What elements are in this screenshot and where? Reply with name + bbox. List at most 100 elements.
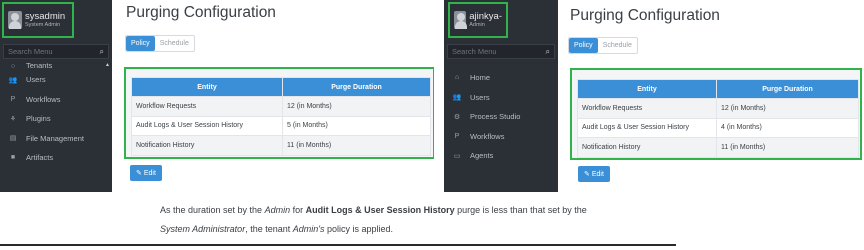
divider <box>0 244 676 246</box>
caption-text: , the tenant <box>245 224 293 234</box>
menu-item-label: Artifacts <box>26 153 54 163</box>
workflow-icon: P <box>10 95 16 103</box>
menu-item-process-studio[interactable]: ⚙ Process Studio <box>444 107 558 127</box>
table-row: Notification History 11 (in Months) <box>131 135 431 156</box>
menu-item-workflows[interactable]: P Workflows <box>0 90 112 110</box>
left-screenshot: sysadmin System Admin Search Menu ⌕ ▲ ○ … <box>0 0 434 192</box>
plug-icon: ⚘ <box>9 115 17 123</box>
caption-sysadmin: System Administrator <box>160 224 246 234</box>
cell-duration: 11 (in Months) <box>282 135 431 156</box>
caption-line-2: System Administrator, the tenant Admin's… <box>160 224 393 234</box>
cell-duration: 12 (in Months) <box>716 98 859 119</box>
column-header-purge-duration: Purge Duration <box>716 79 859 99</box>
menu-item-plugins[interactable]: ⚘ Plugins <box>0 109 112 129</box>
avatar <box>8 11 22 29</box>
cell-duration: 5 (in Months) <box>282 115 431 136</box>
cell-entity: Notification History <box>131 135 283 156</box>
caption-text: policy is applied. <box>324 224 394 234</box>
menu-item-label: File Management <box>26 133 84 143</box>
cell-duration: 12 (in Months) <box>282 96 431 117</box>
table-row: Workflow Requests 12 (in Months) <box>131 96 431 117</box>
column-header-entity: Entity <box>131 77 283 97</box>
menu-item-label: Workflows <box>26 94 61 104</box>
menu-item-label: Agents <box>470 151 494 161</box>
right-menu: ⌂ Home 👥 Users ⚙ Process Studio P Workfl… <box>444 62 558 166</box>
search-menu-input[interactable]: Search Menu ⌕ <box>447 44 555 59</box>
caption-line-1: As the duration set by the Admin for Aud… <box>160 205 587 215</box>
left-purge-table: Entity Purge Duration Workflow Requests … <box>131 77 431 156</box>
page-title: Purging Configuration <box>126 4 276 21</box>
caption-tenant-admin: Admin's <box>292 224 325 234</box>
menu-item-agents[interactable]: ▭ Agents <box>444 146 558 166</box>
tenants-icon: ○ <box>10 63 16 70</box>
cell-duration: 4 (in Months) <box>716 117 859 138</box>
file-icon: ▤ <box>9 135 17 143</box>
tab-schedule[interactable]: Schedule <box>155 36 194 51</box>
search-icon[interactable]: ⌕ <box>100 47 104 57</box>
gears-icon: ⚙ <box>453 113 461 121</box>
user-name: ajinkya- <box>469 11 502 22</box>
search-placeholder: Search Menu <box>8 47 53 56</box>
caption-text: for <box>290 205 306 215</box>
search-placeholder: Search Menu <box>452 47 497 56</box>
table-row: Audit Logs & User Session History 5 (in … <box>131 115 431 136</box>
edit-button[interactable]: ✎ Edit <box>130 165 162 181</box>
table-row: Audit Logs & User Session History 4 (in … <box>577 117 859 138</box>
menu-item-tenants[interactable]: ○ Tenants <box>0 62 112 70</box>
menu-item-workflows[interactable]: P Workflows <box>444 127 558 147</box>
table-row: Notification History 11 (in Months) <box>577 137 859 158</box>
left-menu: ▲ ○ Tenants 👥 Users P Workflows ⚘ Plugin… <box>0 62 112 168</box>
menu-item-label: Users <box>26 75 46 85</box>
edit-label: Edit <box>143 170 156 177</box>
cell-entity: Audit Logs & User Session History <box>577 117 717 138</box>
monitor-icon: ▭ <box>453 152 461 160</box>
caption-admin: Admin <box>264 205 291 215</box>
table-header-row: Entity Purge Duration <box>577 79 859 99</box>
cell-entity: Notification History <box>577 137 717 158</box>
cell-duration: 11 (in Months) <box>716 137 859 158</box>
search-icon[interactable]: ⌕ <box>546 47 550 57</box>
tab-schedule[interactable]: Schedule <box>598 38 637 53</box>
menu-item-label: Home <box>470 73 491 83</box>
edit-icon: ✎ <box>584 171 590 178</box>
right-tabs: Policy Schedule <box>568 37 638 54</box>
menu-item-label: Plugins <box>26 114 51 124</box>
right-user-area: ajinkya- Admin <box>444 0 558 40</box>
menu-item-home[interactable]: ⌂ Home <box>444 68 558 88</box>
left-sidebar: sysadmin System Admin Search Menu ⌕ ▲ ○ … <box>0 0 112 192</box>
caption-entity: Audit Logs & User Session History <box>305 205 455 215</box>
caption-text: purge is less than that set by the <box>454 205 587 215</box>
menu-item-label: Workflows <box>470 131 505 141</box>
scroll-up-icon[interactable]: ▲ <box>105 62 110 68</box>
menu-item-users[interactable]: 👥 Users <box>0 70 112 90</box>
menu-item-artifacts[interactable]: ■ Artifacts <box>0 148 112 168</box>
home-icon: ⌂ <box>454 74 460 82</box>
artifacts-icon: ■ <box>10 154 16 162</box>
menu-item-label: Tenants <box>26 62 53 70</box>
right-user-highlight[interactable]: ajinkya- Admin <box>448 2 508 38</box>
menu-item-label: Users <box>470 92 490 102</box>
user-role: Admin <box>469 22 485 28</box>
cell-entity: Workflow Requests <box>577 98 717 119</box>
users-icon: 👥 <box>452 94 462 102</box>
workflow-icon: P <box>454 132 460 140</box>
edit-icon: ✎ <box>136 170 142 177</box>
menu-item-users[interactable]: 👥 Users <box>444 88 558 108</box>
tab-policy[interactable]: Policy <box>569 38 598 53</box>
caption-text: As the duration set by the <box>160 205 265 215</box>
left-user-highlight[interactable]: sysadmin System Admin <box>2 2 74 38</box>
edit-button[interactable]: ✎ Edit <box>578 166 610 182</box>
tab-policy[interactable]: Policy <box>126 36 155 51</box>
column-header-entity: Entity <box>577 79 717 99</box>
search-menu-input[interactable]: Search Menu ⌕ <box>3 44 109 59</box>
cell-entity: Workflow Requests <box>131 96 283 117</box>
menu-item-label: Process Studio <box>470 112 521 122</box>
users-icon: 👥 <box>8 76 18 84</box>
menu-item-file-management[interactable]: ▤ File Management <box>0 129 112 149</box>
column-header-purge-duration: Purge Duration <box>282 77 431 97</box>
cell-entity: Audit Logs & User Session History <box>131 115 283 136</box>
table-row: Workflow Requests 12 (in Months) <box>577 98 859 119</box>
right-sidebar: ajinkya- Admin Search Menu ⌕ ⌂ Home 👥 Us… <box>444 0 558 192</box>
table-header-row: Entity Purge Duration <box>131 77 431 97</box>
right-purge-table: Entity Purge Duration Workflow Requests … <box>577 79 859 158</box>
